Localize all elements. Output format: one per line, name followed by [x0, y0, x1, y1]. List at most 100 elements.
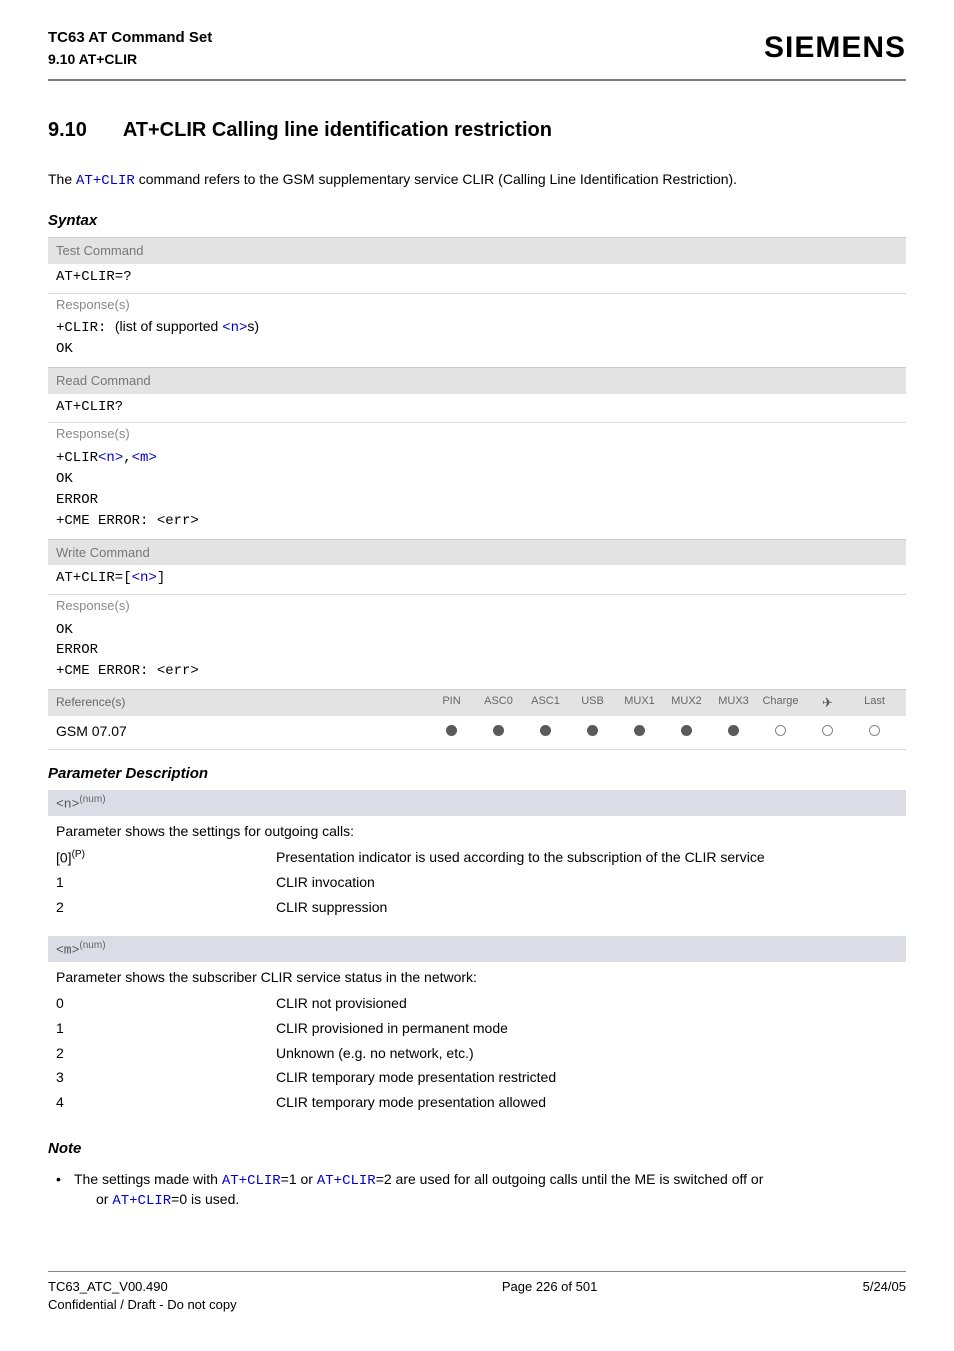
col-pin: PIN	[428, 694, 475, 712]
reference-dots	[398, 722, 906, 741]
param-meaning: CLIR suppression	[276, 898, 898, 917]
read-command-label: Read Command	[48, 367, 906, 394]
dot-filled-icon	[663, 722, 710, 741]
page-footer: TC63_ATC_V00.490 Confidential / Draft - …	[48, 1272, 906, 1313]
atclir-link[interactable]: AT+CLIR	[76, 173, 135, 189]
param-row: 0CLIR not provisioned	[56, 991, 898, 1016]
col-last: Last	[851, 694, 898, 712]
write-command-label: Write Command	[48, 539, 906, 566]
param-value: 0	[56, 994, 276, 1013]
dot-filled-icon	[428, 722, 475, 741]
parameter-description-heading: Parameter Description	[48, 764, 906, 784]
param-n-link[interactable]: <n>	[132, 570, 157, 586]
param-meaning: CLIR invocation	[276, 873, 898, 892]
col-asc1: ASC1	[522, 694, 569, 712]
intro-paragraph: The AT+CLIR command refers to the GSM su…	[48, 170, 906, 191]
col-asc0: ASC0	[475, 694, 522, 712]
syntax-box: Test Command AT+CLIR=? Response(s) +CLIR…	[48, 237, 906, 749]
write-responses-label: Response(s)	[48, 594, 906, 617]
section-heading-text: AT+CLIR Calling line identification rest…	[123, 119, 552, 141]
dot-filled-icon	[522, 722, 569, 741]
param-row: 1CLIR invocation	[56, 870, 898, 895]
footer-left: TC63_ATC_V00.490 Confidential / Draft - …	[48, 1278, 237, 1313]
param-m-desc: Parameter shows the subscriber CLIR serv…	[48, 962, 906, 991]
footer-page-number: Page 226 of 501	[502, 1278, 597, 1313]
param-value: 4	[56, 1093, 276, 1112]
note-heading: Note	[48, 1139, 906, 1159]
page-header: TC63 AT Command Set 9.10 AT+CLIR SIEMENS	[48, 28, 906, 69]
test-command-code: AT+CLIR=?	[48, 264, 906, 293]
param-value: 2	[56, 898, 276, 917]
references-label: Reference(s)	[48, 690, 398, 716]
reference-data-row: GSM 07.07	[48, 716, 906, 749]
atclir-link[interactable]: AT+CLIR	[222, 1173, 281, 1189]
param-meaning: Presentation indicator is used according…	[276, 848, 898, 868]
read-command-code: AT+CLIR?	[48, 394, 906, 423]
param-m-link[interactable]: <m>	[132, 450, 157, 466]
param-row: 1CLIR provisioned in permanent mode	[56, 1016, 898, 1041]
col-charge: Charge	[757, 694, 804, 712]
reference-columns: PIN ASC0 ASC1 USB MUX1 MUX2 MUX3 Charge …	[398, 690, 906, 716]
param-meaning: CLIR not provisioned	[276, 994, 898, 1013]
param-value: 1	[56, 873, 276, 892]
param-value: [0](P)	[56, 848, 276, 868]
doc-subtitle: 9.10 AT+CLIR	[48, 50, 212, 69]
syntax-heading: Syntax	[48, 211, 906, 231]
header-rule	[48, 79, 906, 81]
test-response-body: +CLIR: (list of supported <n>s) OK	[48, 315, 906, 367]
note-list: • The settings made with AT+CLIR=1 or AT…	[48, 1166, 906, 1212]
param-n-link[interactable]: <n>	[222, 320, 247, 336]
read-responses-label: Response(s)	[48, 422, 906, 445]
reference-value: GSM 07.07	[48, 722, 398, 741]
footer-version: TC63_ATC_V00.490	[48, 1278, 237, 1296]
atclir-link[interactable]: AT+CLIR	[112, 1193, 171, 1209]
test-command-label: Test Command	[48, 237, 906, 264]
atclir-link[interactable]: AT+CLIR	[317, 1173, 376, 1189]
param-n-link[interactable]: <n>	[98, 450, 123, 466]
col-mux2: MUX2	[663, 694, 710, 712]
param-value: 2	[56, 1044, 276, 1063]
reference-header-row: Reference(s) PIN ASC0 ASC1 USB MUX1 MUX2…	[48, 689, 906, 716]
dot-filled-icon	[616, 722, 663, 741]
param-m-header: <m>(num)	[48, 936, 906, 962]
param-meaning: CLIR temporary mode presentation allowed	[276, 1093, 898, 1112]
note-item: • The settings made with AT+CLIR=1 or AT…	[56, 1170, 906, 1212]
write-response-body: OK ERROR +CME ERROR: <err>	[48, 617, 906, 690]
param-value: 1	[56, 1019, 276, 1038]
section-number: 9.10	[48, 117, 118, 144]
read-response-body: +CLIR<n>,<m> OK ERROR +CME ERROR: <err>	[48, 445, 906, 539]
header-left: TC63 AT Command Set 9.10 AT+CLIR	[48, 28, 212, 69]
note-text: The settings made with AT+CLIR=1 or AT+C…	[74, 1170, 906, 1212]
param-row: 4CLIR temporary mode presentation allowe…	[56, 1090, 898, 1115]
dot-empty-icon	[804, 722, 851, 741]
dot-filled-icon	[475, 722, 522, 741]
footer-confidential: Confidential / Draft - Do not copy	[48, 1296, 237, 1314]
param-row: 2Unknown (e.g. no network, etc.)	[56, 1041, 898, 1066]
param-meaning: CLIR provisioned in permanent mode	[276, 1019, 898, 1038]
param-row: 3CLIR temporary mode presentation restri…	[56, 1065, 898, 1090]
param-meaning: Unknown (e.g. no network, etc.)	[276, 1044, 898, 1063]
col-mux1: MUX1	[616, 694, 663, 712]
test-responses-label: Response(s)	[48, 293, 906, 316]
col-usb: USB	[569, 694, 616, 712]
col-mux3: MUX3	[710, 694, 757, 712]
param-m-table: 0CLIR not provisioned1CLIR provisioned i…	[48, 991, 906, 1125]
param-n-desc: Parameter shows the settings for outgoin…	[48, 816, 906, 845]
doc-title: TC63 AT Command Set	[48, 28, 212, 48]
bullet-icon: •	[56, 1170, 74, 1212]
param-n-table: [0](P)Presentation indicator is used acc…	[48, 845, 906, 930]
section-title: 9.10 AT+CLIR Calling line identification…	[48, 117, 906, 144]
param-row: [0](P)Presentation indicator is used acc…	[56, 845, 898, 871]
write-command-code: AT+CLIR=[<n>]	[48, 565, 906, 594]
param-n-header: <n>(num)	[48, 790, 906, 816]
param-value: 3	[56, 1068, 276, 1087]
dot-filled-icon	[710, 722, 757, 741]
brand-logo: SIEMENS	[764, 28, 906, 69]
param-meaning: CLIR temporary mode presentation restric…	[276, 1068, 898, 1087]
dot-empty-icon	[757, 722, 804, 741]
dot-empty-icon	[851, 722, 898, 741]
dot-filled-icon	[569, 722, 616, 741]
param-row: 2CLIR suppression	[56, 895, 898, 920]
col-airplane-icon: ✈	[804, 694, 851, 712]
footer-date: 5/24/05	[863, 1278, 906, 1313]
